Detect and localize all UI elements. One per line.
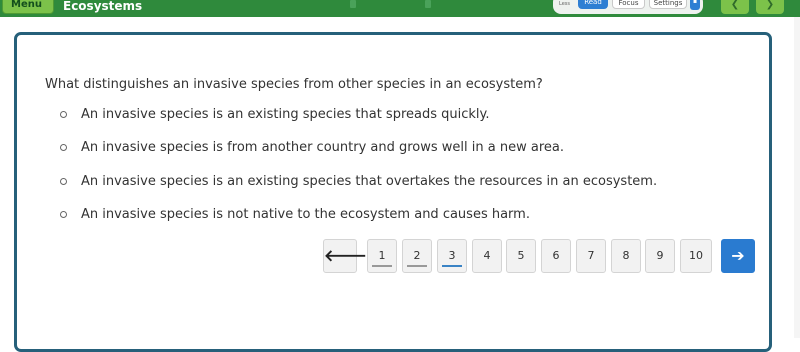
page-underline bbox=[372, 265, 392, 267]
top-bar: Menu Ecosystems Less Read Focus Settings… bbox=[0, 0, 800, 17]
page-button-6[interactable]: 6 bbox=[541, 239, 571, 273]
page-number: 2 bbox=[413, 249, 421, 262]
page-number: 1 bbox=[378, 249, 386, 262]
page-button-10[interactable]: 10 bbox=[680, 239, 712, 273]
page-number: 6 bbox=[552, 249, 560, 262]
scrollbar[interactable] bbox=[794, 17, 800, 338]
radio-button[interactable] bbox=[60, 178, 67, 185]
page-number: 10 bbox=[689, 249, 703, 262]
next-lesson-button[interactable]: ❯ bbox=[756, 0, 784, 14]
menu-label: Menu bbox=[11, 0, 42, 10]
arrow-left-icon: 🡐 bbox=[324, 246, 367, 265]
radio-button[interactable] bbox=[60, 111, 67, 118]
page-button-7[interactable]: 7 bbox=[576, 239, 606, 273]
reading-tools: Less Read Focus Settings ▪ bbox=[553, 0, 703, 14]
radio-button[interactable] bbox=[60, 211, 67, 218]
page-number: 9 bbox=[656, 249, 664, 262]
less-label: Less bbox=[559, 1, 570, 7]
page-button-2[interactable]: 2 bbox=[402, 239, 432, 273]
menu-button[interactable]: Menu bbox=[2, 0, 54, 14]
progress-marker bbox=[425, 0, 431, 8]
page-button-4[interactable]: 4 bbox=[472, 239, 502, 273]
next-question-button[interactable]: ➔ bbox=[721, 239, 755, 273]
page-number: 8 bbox=[622, 249, 630, 262]
page-button-3[interactable]: 3 bbox=[437, 239, 467, 273]
tools-icon[interactable]: ▪ bbox=[690, 0, 700, 10]
answer-text: An invasive species is an existing speci… bbox=[81, 107, 490, 122]
page-underline bbox=[442, 265, 462, 267]
page-number: 5 bbox=[517, 249, 525, 262]
page-button-9[interactable]: 9 bbox=[645, 239, 675, 273]
focus-button[interactable]: Focus bbox=[612, 0, 645, 9]
page-number: 4 bbox=[483, 249, 491, 262]
previous-question-button[interactable]: 🡐 bbox=[323, 239, 367, 273]
read-button[interactable]: Read bbox=[578, 0, 608, 9]
page-button-5[interactable]: 5 bbox=[506, 239, 536, 273]
chevron-left-icon: ❮ bbox=[730, 0, 740, 10]
answer-text: An invasive species is not native to the… bbox=[81, 207, 530, 222]
answer-text: An invasive species is an existing speci… bbox=[81, 174, 658, 189]
previous-lesson-button[interactable]: ❮ bbox=[721, 0, 749, 14]
page-number: 3 bbox=[448, 249, 456, 262]
question-prompt: What distinguishes an invasive species f… bbox=[45, 77, 543, 92]
chevron-right-icon: ❯ bbox=[765, 0, 775, 10]
page-button-1[interactable]: 1 bbox=[367, 239, 397, 273]
page-number: 7 bbox=[587, 249, 595, 262]
lesson-title: Ecosystems bbox=[63, 0, 143, 13]
arrow-right-icon: ➔ bbox=[731, 246, 745, 265]
answer-text: An invasive species is from another coun… bbox=[81, 140, 564, 155]
page-button-8[interactable]: 8 bbox=[611, 239, 641, 273]
page-underline bbox=[407, 265, 427, 267]
progress-marker bbox=[350, 0, 356, 8]
settings-button[interactable]: Settings bbox=[649, 0, 687, 9]
radio-button[interactable] bbox=[60, 144, 67, 151]
